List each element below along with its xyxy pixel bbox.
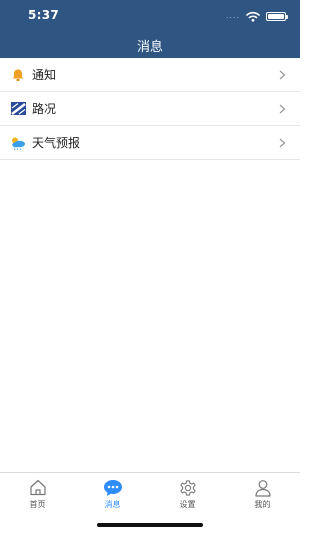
message-list: 通知 路况 天气预报	[0, 58, 300, 160]
tab-label: 设置	[179, 500, 196, 509]
tab-settings[interactable]: 设置	[150, 473, 225, 512]
list-item-notice[interactable]: 通知	[0, 58, 300, 92]
tab-label: 首页	[29, 500, 46, 509]
gear-icon	[178, 478, 198, 497]
chevron-right-icon	[279, 138, 286, 147]
signal-icon: ....	[225, 10, 240, 20]
list-item-label: 路况	[32, 102, 57, 116]
list-item-label: 通知	[32, 68, 57, 82]
chevron-right-icon	[279, 70, 286, 79]
status-icons: ....	[225, 10, 288, 22]
list-item-traffic[interactable]: 路况	[0, 92, 300, 126]
chevron-right-icon	[279, 104, 286, 113]
tab-bar: 首页 消息 设置 我的	[0, 472, 300, 512]
list-item-weather[interactable]: 天气预报	[0, 126, 300, 160]
weather-icon	[10, 135, 26, 151]
tab-profile[interactable]: 我的	[225, 473, 300, 512]
user-icon	[253, 478, 273, 497]
home-indicator	[97, 523, 203, 527]
page-title: 消息	[136, 40, 163, 55]
message-icon	[103, 478, 123, 497]
road-icon	[10, 101, 26, 117]
home-icon	[28, 478, 48, 497]
tab-home[interactable]: 首页	[0, 473, 75, 512]
tab-label: 我的	[254, 500, 271, 509]
list-item-label: 天气预报	[32, 136, 81, 150]
status-time: 5:37	[28, 8, 60, 22]
battery-icon	[266, 11, 288, 21]
nav-header: 5:37 .... 消息	[0, 0, 300, 58]
wifi-icon	[246, 11, 260, 22]
bell-icon	[10, 67, 26, 83]
status-bar: 5:37 ....	[0, 0, 300, 30]
tab-label: 消息	[104, 500, 121, 509]
tab-messages[interactable]: 消息	[75, 473, 150, 512]
